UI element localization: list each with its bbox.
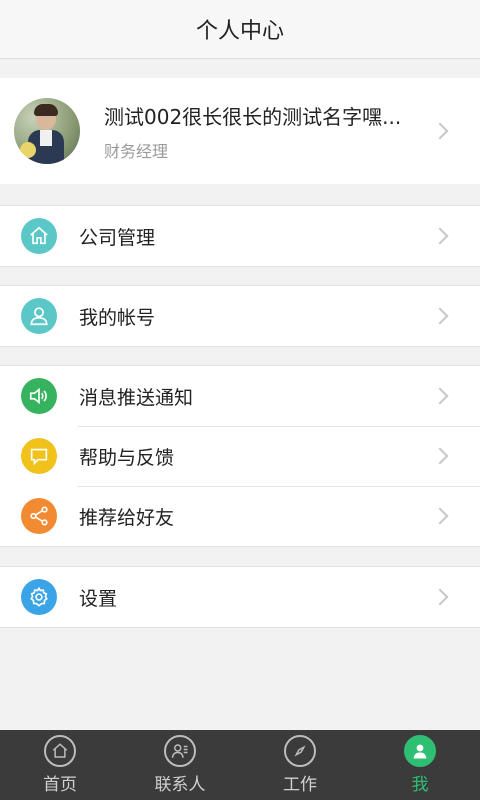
home-icon (21, 218, 57, 254)
page-title: 个人中心 (195, 19, 284, 44)
chevron-right-icon (431, 588, 449, 606)
tab-label: 工作 (283, 775, 317, 795)
group-account: 我的帐号 (0, 285, 480, 347)
group-misc: 消息推送通知 帮助与反馈 推荐给好友 (0, 365, 480, 547)
menu-item-company[interactable]: 公司管理 (0, 206, 480, 266)
avatar (14, 98, 80, 164)
group-settings: 设置 (0, 566, 480, 628)
user-icon (21, 298, 57, 334)
menu-item-label: 消息推送通知 (79, 386, 194, 409)
profile-role: 财务经理 (104, 141, 169, 161)
menu-item-settings[interactable]: 设置 (0, 567, 480, 627)
menu-item-label: 推荐给好友 (79, 506, 175, 529)
chevron-right-icon (431, 307, 449, 325)
chevron-right-icon (431, 227, 449, 245)
tab-home[interactable]: 首页 (0, 730, 120, 800)
contacts-icon (164, 735, 196, 767)
person-icon (404, 735, 436, 767)
menu-item-label: 我的帐号 (79, 306, 156, 329)
home-icon (44, 735, 76, 767)
tab-contacts[interactable]: 联系人 (120, 730, 240, 800)
menu-item-help[interactable]: 帮助与反馈 (0, 426, 480, 486)
bottom-tab-bar: 首页 联系人 工作 我 (0, 730, 480, 800)
menu-item-notify[interactable]: 消息推送通知 (0, 366, 480, 426)
chevron-right-icon (431, 447, 449, 465)
gear-icon (21, 579, 57, 615)
compass-icon (284, 735, 316, 767)
menu-item-share[interactable]: 推荐给好友 (0, 486, 480, 546)
tab-work[interactable]: 工作 (240, 730, 360, 800)
chat-bubble-icon (21, 438, 57, 474)
tab-me[interactable]: 我 (360, 730, 480, 800)
top-bar: 个人中心 (0, 0, 480, 59)
share-icon (21, 498, 57, 534)
chevron-right-icon (431, 387, 449, 405)
profile-name: 测试002很长很长的测试名字嘿... (104, 104, 402, 129)
tab-label: 我 (411, 775, 429, 795)
menu-item-account[interactable]: 我的帐号 (0, 286, 480, 346)
tab-label: 首页 (43, 775, 77, 795)
speaker-icon (21, 378, 57, 414)
menu-item-label: 设置 (79, 587, 118, 610)
menu-item-label: 公司管理 (79, 226, 156, 249)
chevron-right-icon (431, 507, 449, 525)
profile-card[interactable]: 测试002很长很长的测试名字嘿... 财务经理 (0, 78, 480, 184)
menu-item-label: 帮助与反馈 (79, 446, 175, 469)
group-company: 公司管理 (0, 205, 480, 267)
tab-label: 联系人 (154, 775, 206, 795)
